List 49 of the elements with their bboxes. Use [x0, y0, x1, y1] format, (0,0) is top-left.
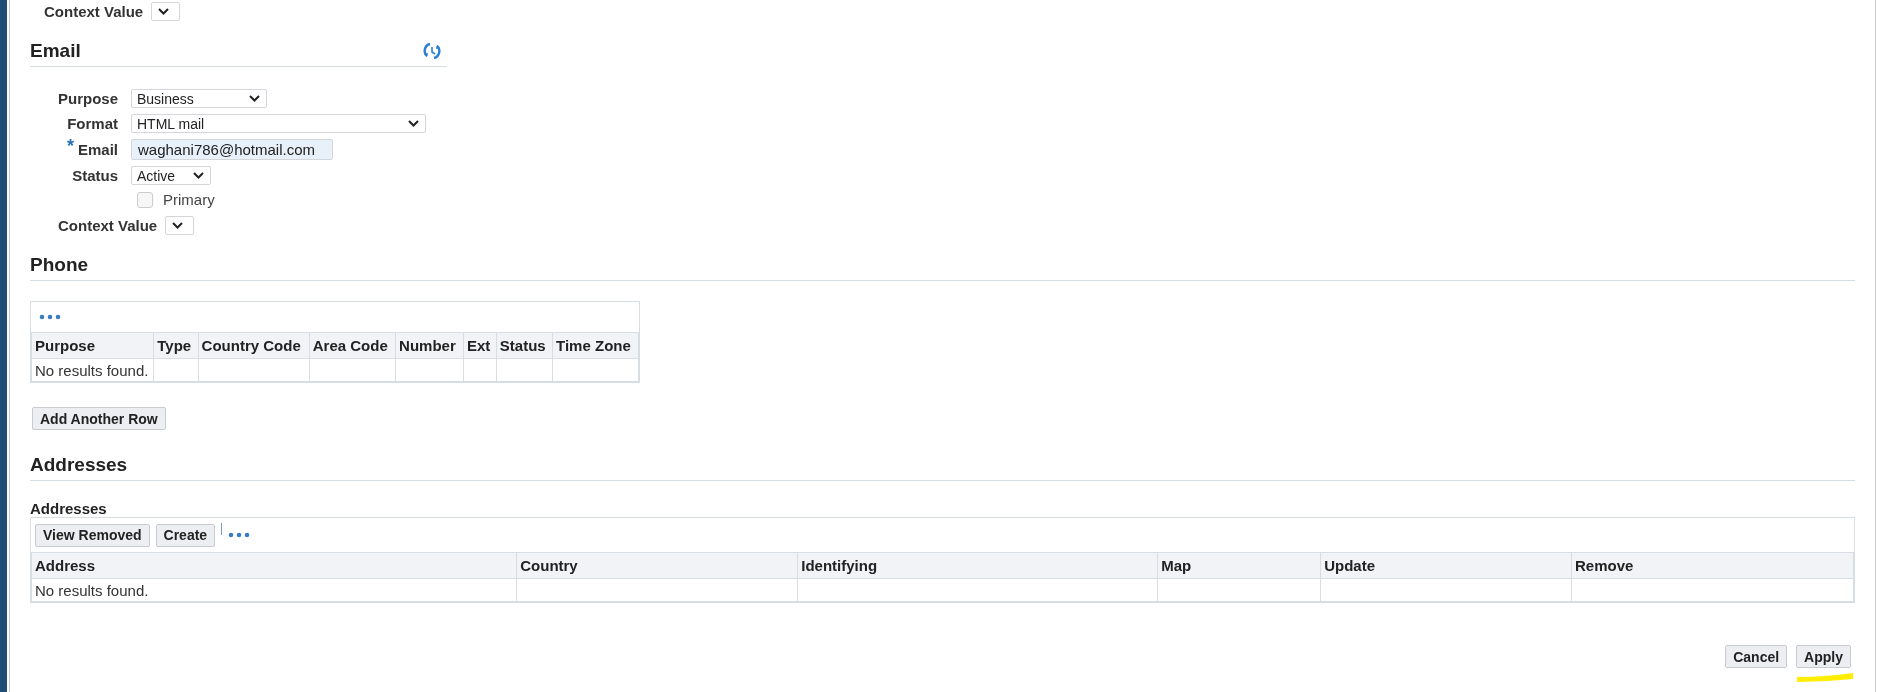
refresh-icon[interactable]: [421, 40, 443, 62]
section-title: Phone: [30, 254, 89, 276]
chevron-down-icon: [157, 6, 171, 16]
column-header[interactable]: Remove: [1571, 552, 1854, 579]
field-label: Format: [66, 115, 118, 132]
highlight-mark: [1795, 671, 1855, 683]
more-icon[interactable]: [39, 314, 61, 320]
field-label: Status: [71, 167, 118, 184]
dropdown[interactable]: HTML mail: [131, 114, 426, 133]
field-label: Email: [77, 141, 118, 158]
dropdown[interactable]: [151, 1, 181, 21]
column-header[interactable]: Address: [31, 552, 517, 579]
column-header[interactable]: Country Code: [198, 332, 310, 359]
email-field[interactable]: waghani786@hotmail.com: [131, 139, 333, 160]
column-header[interactable]: Map: [1157, 552, 1321, 579]
chevron-down-icon: [407, 119, 420, 128]
toolbar-button[interactable]: View Removed: [35, 523, 150, 547]
column-header[interactable]: Purpose: [31, 332, 154, 359]
dropdown[interactable]: Business: [131, 89, 267, 108]
field-label: Context Value: [44, 2, 144, 20]
section-title: Email: [30, 40, 81, 62]
checkbox[interactable]: [137, 191, 153, 208]
field-label: Purpose: [57, 90, 118, 107]
toolbar-button[interactable]: Create: [155, 523, 216, 547]
add-row-button[interactable]: Add Another Row: [32, 407, 166, 430]
column-header[interactable]: Type: [153, 332, 199, 359]
chevron-down-icon: [248, 94, 261, 103]
checkbox-label: Primary: [163, 191, 215, 208]
more-icon[interactable]: [228, 532, 251, 538]
table-cell: No results found.: [31, 358, 154, 382]
chevron-down-icon: [192, 171, 205, 180]
dropdown[interactable]: [165, 215, 195, 235]
column-header[interactable]: Status: [496, 332, 553, 359]
column-header[interactable]: Time Zone: [552, 332, 639, 359]
table-cell: No results found.: [31, 578, 517, 602]
required-icon: *: [66, 136, 74, 156]
column-header[interactable]: Area Code: [309, 332, 396, 359]
column-header[interactable]: Country: [516, 552, 798, 579]
field-label: Context Value: [58, 216, 158, 234]
column-header[interactable]: Ext: [463, 332, 497, 359]
subsection-title: Addresses: [30, 500, 108, 516]
column-header[interactable]: Identifying: [797, 552, 1158, 579]
column-header[interactable]: Update: [1320, 552, 1572, 579]
dropdown[interactable]: Active: [131, 166, 211, 185]
action-button[interactable]: Cancel: [1725, 645, 1788, 668]
section-title: Addresses: [30, 454, 128, 476]
action-button[interactable]: Apply: [1796, 645, 1851, 668]
column-header[interactable]: Number: [395, 332, 464, 359]
chevron-down-icon: [171, 220, 185, 230]
